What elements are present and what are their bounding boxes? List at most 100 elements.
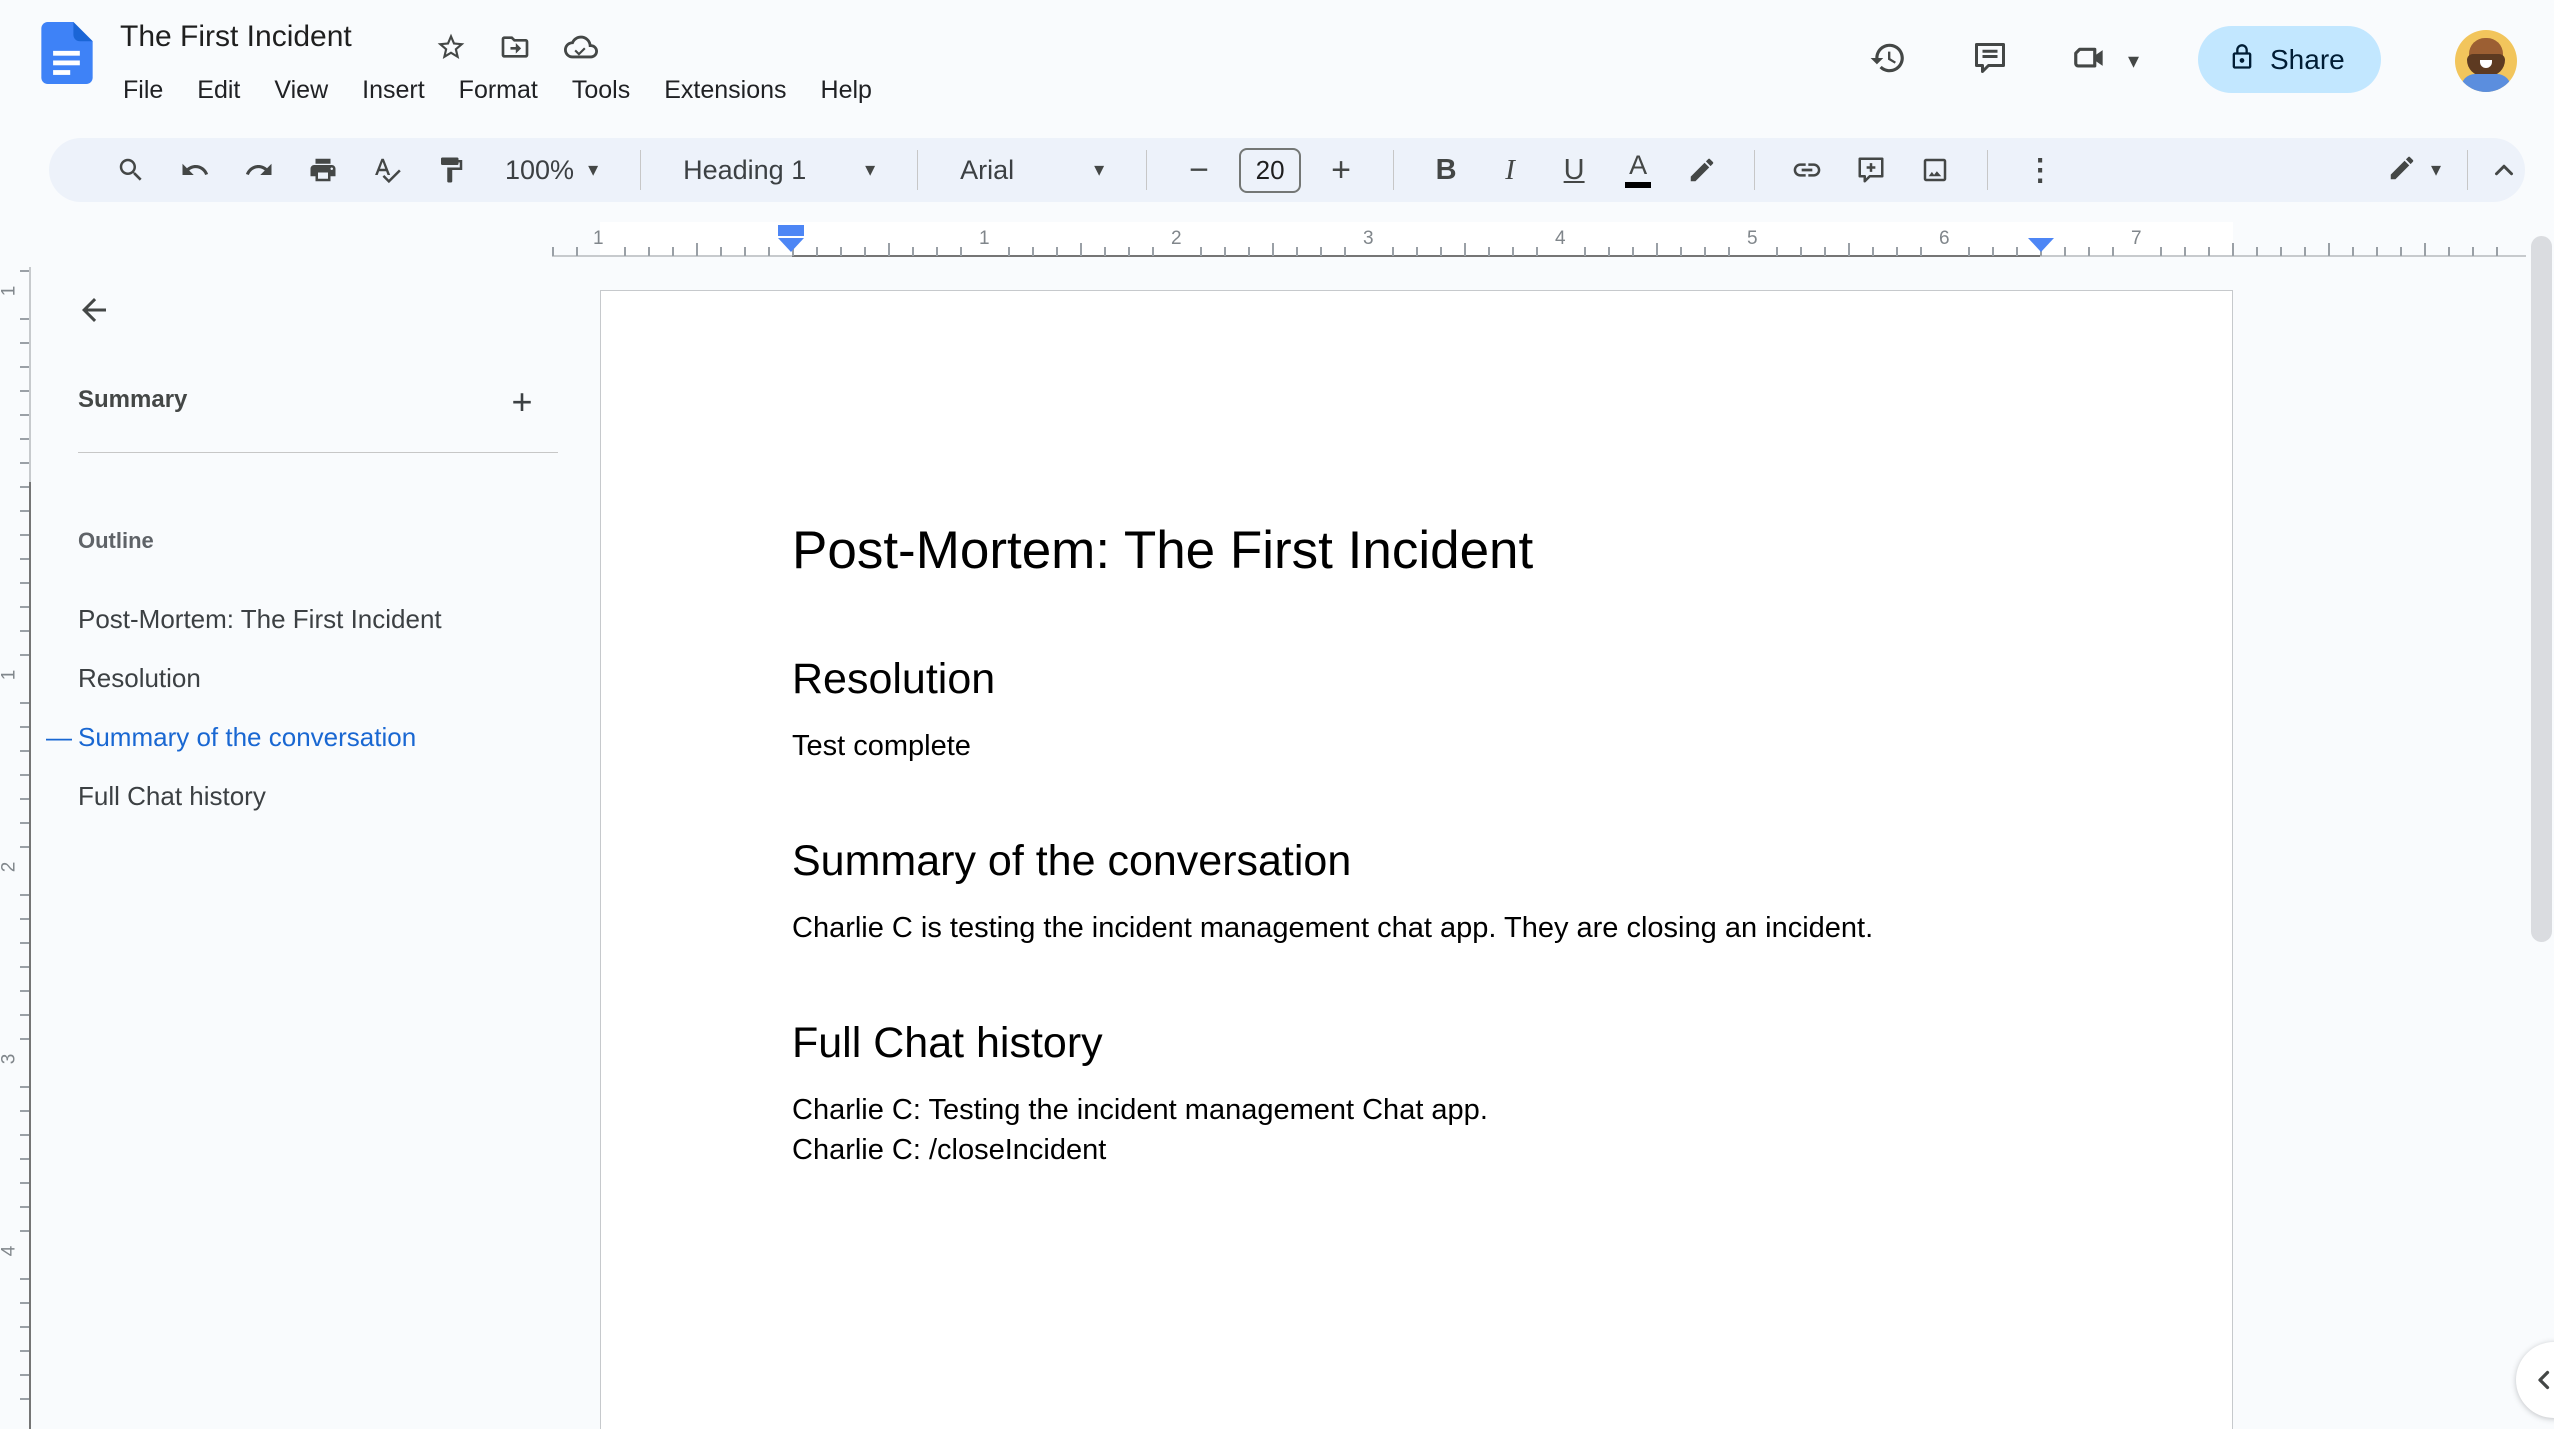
comments-icon[interactable] bbox=[1962, 30, 2018, 86]
ruler-tick bbox=[20, 1398, 29, 1400]
outline-item[interactable]: Resolution bbox=[0, 649, 570, 708]
outline-item[interactable]: Post-Mortem: The First Incident bbox=[0, 590, 570, 649]
ruler-tick bbox=[624, 247, 626, 256]
menu-item-view[interactable]: View bbox=[257, 70, 345, 111]
ruler-tick bbox=[1392, 247, 1394, 256]
outline-item[interactable]: Full Chat history bbox=[0, 767, 570, 826]
styles-select[interactable]: Heading 1 ▾ bbox=[669, 146, 889, 194]
ruler-tick bbox=[2376, 247, 2378, 256]
version-history-icon[interactable] bbox=[1860, 30, 1916, 86]
toolbar-divider bbox=[640, 150, 642, 190]
paint-format-icon[interactable] bbox=[427, 146, 475, 194]
decrease-font-size-button[interactable]: − bbox=[1175, 146, 1223, 194]
outline-item-label: Resolution bbox=[78, 663, 201, 693]
menu-item-tools[interactable]: Tools bbox=[555, 70, 647, 111]
underline-button[interactable]: U bbox=[1550, 146, 1598, 194]
ruler-tick bbox=[2280, 247, 2282, 256]
spellcheck-icon[interactable] bbox=[363, 146, 411, 194]
docs-logo-icon[interactable] bbox=[40, 22, 94, 84]
ruler-number: 2 bbox=[0, 861, 20, 873]
doc-section-heading[interactable]: Resolution bbox=[792, 652, 2047, 706]
menu-item-format[interactable]: Format bbox=[442, 70, 555, 111]
doc-paragraph[interactable]: Charlie C: Testing the incident manageme… bbox=[792, 1090, 2047, 1130]
insert-image-icon[interactable] bbox=[1911, 146, 1959, 194]
print-icon[interactable] bbox=[299, 146, 347, 194]
doc-paragraph[interactable]: Charlie C is testing the incident manage… bbox=[792, 908, 2047, 948]
text-color-button[interactable]: A bbox=[1614, 146, 1662, 194]
ruler-tick bbox=[20, 1134, 29, 1136]
ruler-tick bbox=[1104, 247, 1106, 256]
vertical-ruler bbox=[29, 267, 31, 482]
chevron-down-icon: ▾ bbox=[865, 159, 876, 181]
star-icon[interactable] bbox=[430, 26, 472, 68]
add-comment-icon[interactable] bbox=[1847, 146, 1895, 194]
vertical-scrollbar[interactable] bbox=[2531, 236, 2552, 942]
ruler-tick bbox=[20, 1182, 29, 1184]
ruler-tick bbox=[1224, 247, 1226, 256]
search-menus-icon[interactable] bbox=[107, 146, 155, 194]
bold-button[interactable]: B bbox=[1422, 146, 1470, 194]
ruler-tick bbox=[840, 247, 842, 256]
menu-item-edit[interactable]: Edit bbox=[180, 70, 257, 111]
join-call-icon[interactable] bbox=[2062, 30, 2118, 86]
call-options-caret-icon[interactable]: ▾ bbox=[2128, 48, 2139, 74]
zoom-select[interactable]: 100% ▾ bbox=[491, 146, 612, 194]
ruler-tick bbox=[2232, 243, 2234, 256]
ruler-tick bbox=[648, 247, 650, 256]
hide-menus-icon[interactable] bbox=[2480, 146, 2528, 194]
add-summary-button[interactable]: + bbox=[498, 378, 546, 426]
menu-item-file[interactable]: File bbox=[106, 70, 180, 111]
menu-bar: File Edit View Insert Format Tools Extensions H… bbox=[106, 70, 889, 111]
ruler-tick bbox=[1896, 247, 1898, 256]
left-indent-marker[interactable] bbox=[778, 238, 804, 252]
ruler-number: 4 bbox=[1555, 228, 1566, 249]
insert-link-icon[interactable] bbox=[1783, 146, 1831, 194]
ruler-tick bbox=[20, 942, 29, 944]
doc-paragraph[interactable]: Charlie C: /closeIncident bbox=[792, 1130, 2047, 1170]
active-item-dash: — bbox=[46, 722, 72, 752]
ruler-tick bbox=[1488, 247, 1490, 256]
highlight-color-icon[interactable] bbox=[1678, 146, 1726, 194]
ruler-number: 1 bbox=[593, 228, 604, 249]
increase-font-size-button[interactable]: + bbox=[1317, 146, 1365, 194]
ruler-tick bbox=[2016, 247, 2018, 256]
ruler-tick bbox=[936, 247, 938, 256]
doc-section-heading[interactable]: Full Chat history bbox=[792, 1016, 2047, 1070]
menu-item-extensions[interactable]: Extensions bbox=[647, 70, 803, 111]
toolbar-divider bbox=[1393, 150, 1395, 190]
document-title-input[interactable]: The First Incident bbox=[120, 20, 352, 54]
account-avatar[interactable] bbox=[2455, 30, 2517, 92]
font-size-input[interactable] bbox=[1239, 147, 1302, 193]
ruler-tick bbox=[20, 1374, 29, 1376]
menu-item-help[interactable]: Help bbox=[804, 70, 889, 111]
ruler-tick bbox=[2448, 247, 2450, 256]
ruler-tick bbox=[20, 342, 29, 344]
ruler-number: 3 bbox=[0, 1053, 20, 1065]
move-folder-icon[interactable] bbox=[494, 26, 536, 68]
ruler-number: 6 bbox=[1939, 228, 1950, 249]
italic-button[interactable]: I bbox=[1486, 146, 1534, 194]
doc-section-heading[interactable]: Summary of the conversation bbox=[792, 834, 2047, 888]
ruler-tick bbox=[20, 966, 29, 968]
outline-item[interactable]: — Summary of the conversation bbox=[0, 708, 570, 767]
editing-mode-select[interactable]: ▾ bbox=[2373, 146, 2455, 194]
more-toolbar-options-button[interactable]: ⋮ bbox=[2016, 146, 2064, 194]
close-outline-back-icon[interactable] bbox=[66, 282, 122, 338]
ruler-tick bbox=[1920, 247, 1922, 256]
menu-item-insert[interactable]: Insert bbox=[345, 70, 442, 111]
doc-title-heading[interactable]: Post-Mortem: The First Incident bbox=[792, 518, 2047, 584]
share-button[interactable]: Share bbox=[2198, 26, 2381, 93]
document-body[interactable]: Post-Mortem: The First Incident Resoluti… bbox=[792, 504, 2047, 1170]
ruler-tick bbox=[1296, 247, 1298, 256]
cloud-saved-icon[interactable] bbox=[560, 26, 602, 68]
undo-icon[interactable] bbox=[171, 146, 219, 194]
doc-paragraph[interactable]: Test complete bbox=[792, 726, 2047, 766]
show-side-panel-button[interactable] bbox=[2516, 1342, 2554, 1418]
redo-icon[interactable] bbox=[235, 146, 283, 194]
ruler-tick bbox=[1008, 247, 1010, 256]
right-indent-marker[interactable] bbox=[2028, 238, 2054, 252]
ruler-tick bbox=[20, 1158, 29, 1160]
first-line-indent-marker[interactable] bbox=[778, 225, 804, 236]
font-select[interactable]: Arial ▾ bbox=[946, 146, 1118, 194]
toolbar-divider bbox=[2467, 150, 2468, 190]
